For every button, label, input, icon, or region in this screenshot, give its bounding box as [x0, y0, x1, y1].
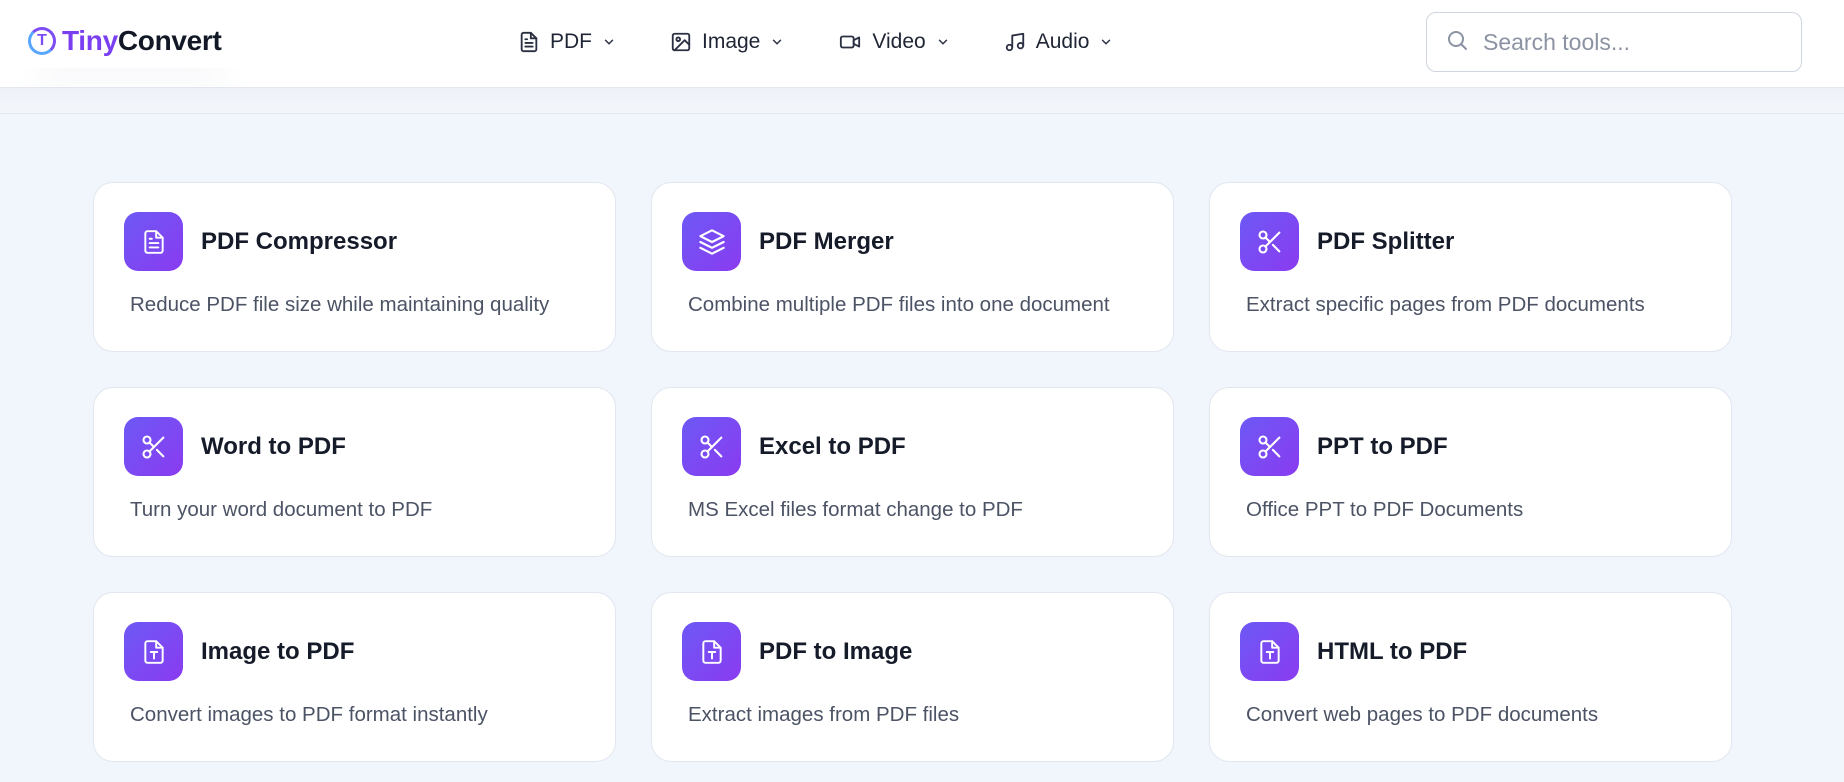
nav-label-pdf: PDF	[550, 30, 592, 53]
tool-title: PDF Compressor	[201, 227, 398, 255]
nav-item-image[interactable]: Image	[670, 30, 784, 54]
nav-label-image: Image	[702, 30, 761, 53]
file-type-icon	[1240, 622, 1299, 681]
search-box[interactable]	[1426, 12, 1802, 72]
search-input[interactable]	[1483, 28, 1783, 56]
music-icon	[1004, 31, 1026, 53]
tool-description: MS Excel files format change to PDF	[688, 498, 1023, 521]
main-nav: PDF Image Video Audio	[518, 22, 1167, 62]
chevron-down-icon	[770, 35, 784, 49]
nav-label-video: Video	[872, 30, 926, 53]
tool-title: PDF to Image	[759, 637, 913, 665]
tool-card-word-to-pdf[interactable]: Word to PDF Turn your word document to P…	[93, 387, 616, 557]
tool-card-pdf-splitter[interactable]: PDF Splitter Extract specific pages from…	[1209, 182, 1732, 352]
file-type-icon	[682, 622, 741, 681]
image-icon	[670, 31, 692, 53]
chevron-down-icon	[936, 35, 950, 49]
nav-item-audio[interactable]: Audio	[1004, 30, 1114, 54]
tool-card-excel-to-pdf[interactable]: Excel to PDF MS Excel files format chang…	[651, 387, 1174, 557]
video-icon	[838, 31, 862, 53]
tool-description: Convert web pages to PDF documents	[1246, 703, 1599, 726]
logo-text-tiny: Tiny	[62, 25, 118, 56]
scissors-icon	[1240, 212, 1299, 271]
tool-card-html-to-pdf[interactable]: HTML to PDF Convert web pages to PDF doc…	[1209, 592, 1732, 762]
tool-description: Turn your word document to PDF	[130, 498, 433, 521]
top-header: T TinyConvert PDF Image Video Audio Sear…	[0, 0, 1844, 88]
logo-text: TinyConvert	[62, 25, 222, 57]
tool-description: Reduce PDF file size while maintaining q…	[130, 293, 550, 316]
nav-label-audio: Audio	[1035, 30, 1090, 53]
nav-item-pdf[interactable]: PDF	[518, 30, 616, 54]
tool-description: Combine multiple PDF files into one docu…	[688, 293, 1110, 316]
logo-mark-icon: T	[28, 27, 56, 55]
tool-card-pdf-to-image[interactable]: PDF to Image Extract images from PDF fil…	[651, 592, 1174, 762]
tool-card-pdf-compressor[interactable]: PDF Compressor Reduce PDF file size whil…	[93, 182, 616, 352]
tool-description: Extract specific pages from PDF document…	[1246, 293, 1645, 316]
scissors-icon	[1240, 417, 1299, 476]
scissors-icon	[124, 417, 183, 476]
search-icon	[1445, 28, 1469, 57]
nav-item-video[interactable]: Video	[838, 30, 949, 54]
tool-title: PPT to PDF	[1317, 432, 1448, 460]
layers-icon	[682, 212, 741, 271]
tool-title: PDF Splitter	[1317, 227, 1455, 255]
tool-title: PDF Merger	[759, 227, 894, 255]
scissors-icon	[682, 417, 741, 476]
tools-grid: PDF Compressor Reduce PDF file size whil…	[93, 182, 1732, 762]
tool-description: Office PPT to PDF Documents	[1246, 498, 1524, 521]
tool-title: Excel to PDF	[759, 432, 906, 460]
header-divider	[0, 88, 1844, 114]
file-type-icon	[124, 622, 183, 681]
file-text-icon	[124, 212, 183, 271]
tool-card-ppt-to-pdf[interactable]: PPT to PDF Office PPT to PDF Documents	[1209, 387, 1732, 557]
tool-title: Word to PDF	[201, 432, 346, 460]
tool-title: Image to PDF	[201, 637, 355, 665]
chevron-down-icon	[602, 35, 616, 49]
logo-text-convert: Convert	[117, 25, 222, 56]
file-icon	[518, 30, 540, 54]
tool-description: Extract images from PDF files	[688, 703, 960, 726]
logo[interactable]: T TinyConvert	[20, 14, 244, 68]
tool-title: HTML to PDF	[1317, 637, 1468, 665]
tool-description: Convert images to PDF format instantly	[130, 703, 488, 726]
tool-card-image-to-pdf[interactable]: Image to PDF Convert images to PDF forma…	[93, 592, 616, 762]
tool-card-pdf-merger[interactable]: PDF Merger Combine multiple PDF files in…	[651, 182, 1174, 352]
chevron-down-icon	[1099, 35, 1113, 49]
